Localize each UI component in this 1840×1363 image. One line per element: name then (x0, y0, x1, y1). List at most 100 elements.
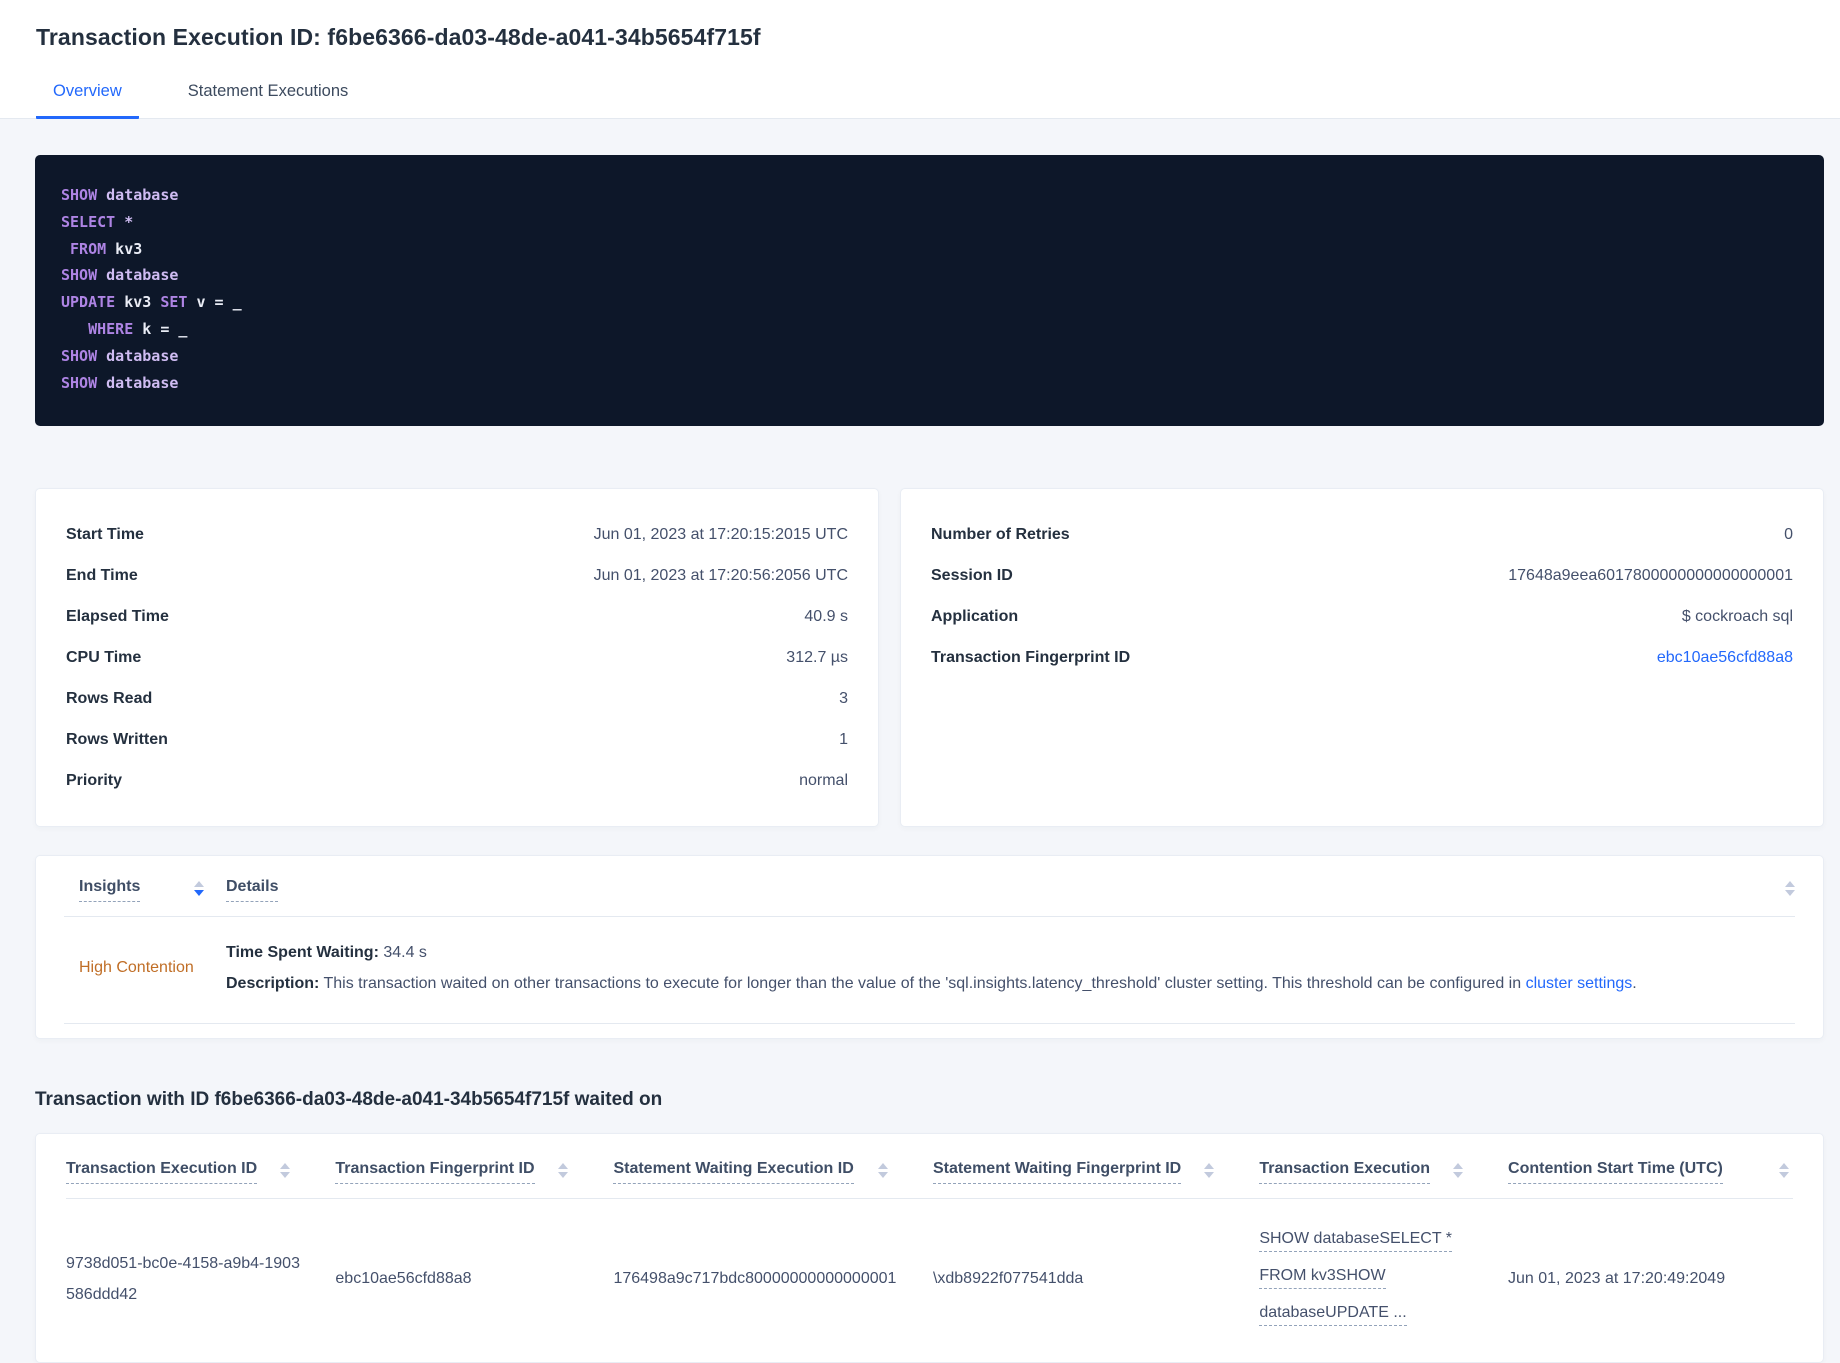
stat-value: 1 (839, 730, 848, 748)
stat-row: Rows Read 3 (66, 678, 848, 719)
waited-on-column-header[interactable]: Contention Start Time (UTC) (1508, 1160, 1793, 1185)
sql-line: SHOW database (61, 343, 1796, 370)
sql-token-ident: * (115, 212, 134, 231)
waited-on-column-label[interactable]: Statement Waiting Fingerprint ID (932, 1160, 1182, 1185)
sql-token-kw: SELECT (61, 212, 116, 231)
stat-label: Start Time (66, 525, 144, 543)
session-summary-card: Number of Retries 0 Session ID 17648a9eea60… (900, 488, 1824, 828)
stat-label: Rows Read (66, 689, 153, 707)
transaction-execution-link-line[interactable]: SHOW databaseSELECT * (1259, 1228, 1453, 1253)
sql-line: SHOW database (61, 370, 1796, 397)
tab-statement-executions[interactable]: Statement Executions (171, 82, 366, 119)
sql-token-kw: FROM (70, 239, 107, 258)
waited-on-column-header[interactable]: Transaction Fingerprint ID (335, 1160, 613, 1185)
stat-label: Number of Retries (931, 525, 1070, 543)
waited-on-column-label[interactable]: Statement Waiting Execution ID (613, 1160, 854, 1185)
waited-on-column-label[interactable]: Transaction Fingerprint ID (335, 1160, 535, 1185)
sql-token-plain: kv3 (106, 239, 143, 258)
sql-token-ident: database (97, 346, 179, 365)
description-suffix: . (1632, 975, 1637, 993)
sort-up-icon (280, 1163, 291, 1170)
sql-token-plain (61, 240, 70, 258)
description-line: Description: This transaction waited on … (226, 968, 1795, 999)
sort-up-icon (194, 881, 204, 888)
stat-value: 3 (839, 689, 848, 707)
waited-on-column-header[interactable]: Transaction Execution (1259, 1160, 1508, 1185)
stat-label: Elapsed Time (66, 607, 169, 625)
details-column-header[interactable]: Details (226, 878, 1795, 903)
insights-column-header[interactable]: Insights (64, 878, 226, 903)
stat-value: 312.7 µs (786, 648, 848, 666)
sort-down-icon (280, 1172, 291, 1179)
transaction-fingerprint-link[interactable]: ebc10ae56cfd88a8 (1657, 649, 1793, 667)
waited-on-column-header[interactable]: Transaction Execution ID (66, 1160, 335, 1185)
sort-arrows-icon[interactable] (558, 1160, 569, 1179)
sort-down-icon (1204, 1172, 1215, 1179)
sql-token-ident: database (97, 266, 179, 285)
waited-on-row: 9738d051-bc0e-4158-a9b4-1903586ddd42 ebc… (66, 1199, 1793, 1362)
stat-label: End Time (66, 566, 138, 584)
stat-row: Transaction Fingerprint ID ebc10ae56cfd88… (931, 637, 1793, 678)
transaction-sql-box: SHOW database SELECT * FROM kv3 SHOW datab… (35, 155, 1824, 427)
insight-row: High Contention Time Spent Waiting: 34.4… (64, 917, 1795, 1025)
sql-token-kw: SHOW (61, 266, 98, 285)
sort-up-icon (1204, 1163, 1215, 1170)
sql-token-kw: SHOW (61, 186, 98, 204)
waited-on-column-label[interactable]: Contention Start Time (UTC) (1508, 1160, 1723, 1185)
stat-label: Priority (66, 771, 123, 789)
sort-arrows-icon[interactable] (1778, 1160, 1789, 1179)
sql-token-kw: SHOW (61, 373, 98, 392)
transaction-execution-link-line[interactable]: FROM kv3SHOW (1259, 1265, 1386, 1290)
sort-arrows-icon[interactable] (194, 878, 204, 897)
sql-line: WHERE k = _ (61, 316, 1796, 343)
sort-arrows-icon[interactable] (1785, 878, 1795, 897)
sort-arrows-icon[interactable] (877, 1160, 888, 1179)
sql-token-ident: database (97, 373, 179, 392)
waited-on-column-header[interactable]: Statement Waiting Execution ID (613, 1160, 932, 1185)
sql-token-plain: k = _ (133, 319, 188, 338)
sort-up-icon (877, 1163, 888, 1170)
sql-token-ident: database (97, 186, 179, 204)
stat-row: Start Time Jun 01, 2023 at 17:20:15:2015 … (66, 514, 848, 555)
sql-token-kw: UPDATE (61, 293, 116, 312)
transaction-execution-link-line[interactable]: databaseUPDATE ... (1259, 1302, 1407, 1327)
waited-on-column-label[interactable]: Transaction Execution ID (66, 1160, 258, 1185)
stat-label: CPU Time (66, 648, 142, 666)
cluster-settings-link[interactable]: cluster settings (1526, 975, 1633, 992)
description-text: This transaction waited on other transac… (319, 975, 1526, 993)
insight-type-cell: High Contention (64, 937, 226, 999)
description-label: Description: (226, 975, 320, 993)
sql-token-plain: kv3 (115, 293, 161, 312)
stat-label: Application (931, 607, 1019, 625)
stat-row: Rows Written 1 (66, 719, 848, 760)
waited-on-heading: Transaction with ID f6be6366-da03-48de-a… (35, 1089, 663, 1111)
stat-row: Elapsed Time 40.9 s (66, 596, 848, 637)
sort-down-icon (1785, 890, 1795, 897)
waited-on-column-header[interactable]: Statement Waiting Fingerprint ID (932, 1160, 1259, 1185)
sort-down-icon (194, 890, 204, 897)
stat-row: End Time Jun 01, 2023 at 17:20:56:2056 UT… (66, 555, 848, 596)
stat-value: 40.9 s (804, 607, 848, 625)
sort-up-icon (1778, 1163, 1789, 1170)
sort-arrows-icon[interactable] (1204, 1160, 1215, 1179)
sort-up-icon (1785, 881, 1795, 888)
details-column-label[interactable]: Details (226, 878, 279, 903)
tab-bar: Overview Statement Executions (36, 81, 1804, 119)
tab-overview[interactable]: Overview (36, 82, 139, 119)
page-title: Transaction Execution ID: f6be6366-da03-… (36, 24, 761, 50)
insights-column-label[interactable]: Insights (79, 878, 141, 903)
waited-on-table-card: Transaction Execution ID Transaction Fing… (35, 1133, 1824, 1363)
sort-down-icon (1453, 1172, 1464, 1179)
sort-arrows-icon[interactable] (1453, 1160, 1464, 1179)
sort-down-icon (558, 1172, 569, 1179)
sort-arrows-icon[interactable] (280, 1160, 291, 1179)
stat-label: Rows Written (66, 730, 168, 748)
stat-row: Priority normal (66, 760, 848, 801)
time-spent-waiting-value: 34.4 s (378, 944, 427, 962)
sort-down-icon (1778, 1172, 1789, 1179)
waited-on-column-label[interactable]: Transaction Execution (1259, 1160, 1431, 1185)
stat-value: Jun 01, 2023 at 17:20:56:2056 UTC (593, 566, 848, 584)
stat-row: CPU Time 312.7 µs (66, 637, 848, 678)
sql-token-kw: WHERE (88, 319, 134, 338)
timing-summary-card: Start Time Jun 01, 2023 at 17:20:15:2015 … (35, 488, 879, 828)
